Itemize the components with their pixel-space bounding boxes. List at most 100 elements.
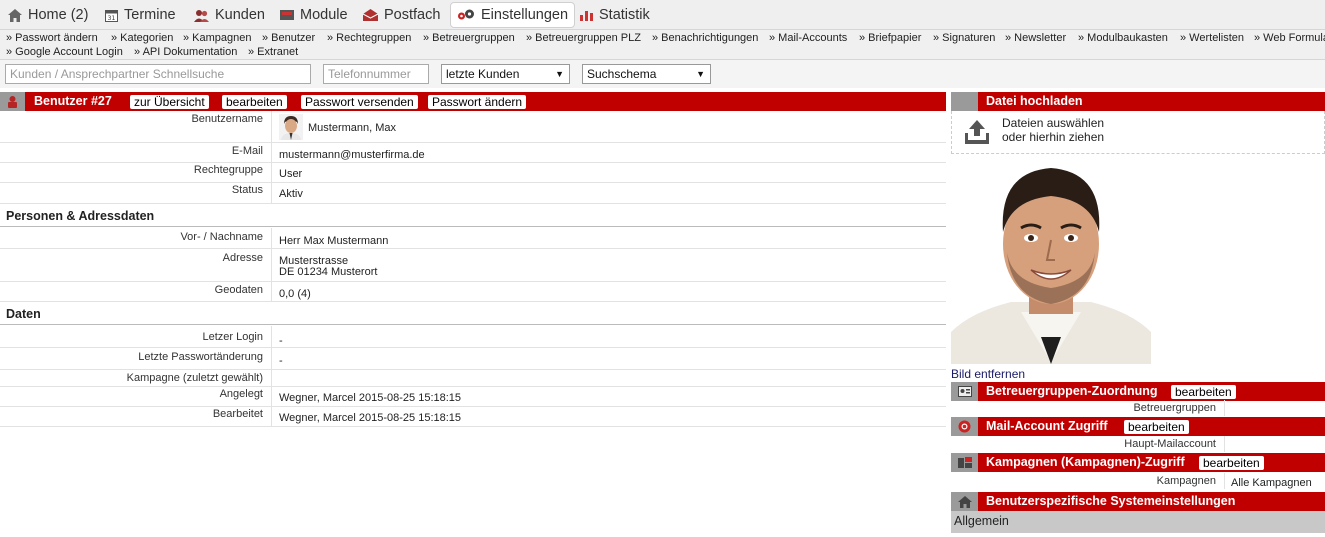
upload-dropzone[interactable]: Dateien auswählen oder hierhin ziehen — [951, 111, 1325, 154]
nav-module[interactable]: Module — [274, 2, 354, 28]
quick-search-input[interactable]: Kunden / Ansprechpartner Schnellsuche — [5, 64, 311, 84]
bar-chart-icon — [580, 11, 593, 21]
geo-label: Geodaten — [0, 282, 272, 301]
last-login-row: Letzer Login - — [0, 326, 946, 348]
nav-termine[interactable]: 31 Termine — [99, 2, 182, 28]
email-row: E-Mail mustermann@musterfirma.de — [0, 143, 946, 163]
created-value: Wegner, Marcel 2015-08-25 15:18:15 — [279, 392, 462, 404]
rights-label: Rechtegruppe — [0, 163, 272, 182]
svg-text:31: 31 — [108, 15, 116, 22]
mail-edit-button[interactable]: bearbeiten — [1124, 420, 1189, 434]
nav-termine-label: Termine — [124, 7, 176, 23]
nav-statistik[interactable]: Statistik — [574, 2, 656, 28]
mail-icon-box — [951, 417, 978, 436]
subnav-extranet[interactable]: » Extranet — [248, 46, 298, 58]
name-label: Vor- / Nachname — [0, 228, 272, 248]
subnav-betreuergruppen[interactable]: » Betreuergruppen — [423, 32, 515, 44]
nav-postfach[interactable]: Postfach — [357, 2, 446, 28]
name-value: Herr Max Mustermann — [279, 235, 389, 247]
mailbox-icon — [363, 9, 378, 21]
user-avatar — [279, 114, 303, 140]
nav-einstellungen-label: Einstellungen — [481, 7, 569, 23]
campaign-row: Kampagne (zuletzt gewählt) — [0, 370, 946, 387]
profile-photo — [951, 162, 1151, 364]
subnav-rechtegruppen[interactable]: » Rechtegruppen — [327, 32, 411, 44]
upload-text: Dateien auswählen oder hierhin ziehen — [1002, 116, 1104, 144]
mail-header-bar: Mail-Account Zugriff bearbeiten — [951, 417, 1325, 436]
subnav-mail-accounts[interactable]: » Mail-Accounts — [769, 32, 847, 44]
nav-einstellungen[interactable]: Einstellungen — [450, 2, 576, 28]
send-password-button[interactable]: Passwort versenden — [301, 95, 418, 109]
search-bar: Kunden / Ansprechpartner Schnellsuche Te… — [0, 60, 1325, 88]
remove-image-link[interactable]: Bild entfernen — [951, 367, 1025, 381]
phone-search-input[interactable]: Telefonnummer — [323, 64, 429, 84]
recent-customers-select[interactable]: letzte Kunden ▼ — [441, 64, 570, 84]
last-pw-change-value: - — [279, 355, 283, 367]
subnav-briefpapier[interactable]: » Briefpapier — [859, 32, 921, 44]
nav-home[interactable]: Home (2) — [2, 2, 94, 28]
settings-gears-icon — [458, 9, 474, 20]
dropdown-arrow-icon: ▼ — [555, 69, 564, 79]
general-section-bar[interactable]: Allgemein — [951, 511, 1325, 533]
overview-button[interactable]: zur Übersicht — [130, 95, 209, 109]
user-header-bar: Benutzer #27 zur Übersicht bearbeiten Pa… — [0, 92, 946, 111]
campaigns-icon — [957, 456, 972, 468]
upload-line1: Dateien auswählen — [1002, 116, 1105, 130]
subnav-api-dokumentation[interactable]: » API Dokumentation — [134, 46, 237, 58]
caregroups-title: Betreuergruppen-Zuordnung — [986, 384, 1158, 398]
caregroups-row: Betreuergruppen — [951, 400, 1325, 416]
upload-icon — [965, 120, 989, 144]
change-password-button[interactable]: Passwort ändern — [428, 95, 527, 109]
username-label: Benutzername — [0, 111, 272, 142]
recent-customers-value: letzte Kunden — [446, 67, 520, 81]
user-title: Benutzer #27 — [34, 94, 112, 108]
last-login-label: Letzer Login — [0, 326, 272, 347]
subnav-signaturen[interactable]: » Signaturen — [933, 32, 995, 44]
dropdown-arrow-icon: ▼ — [696, 69, 705, 79]
nav-kunden-label: Kunden — [215, 7, 265, 23]
email-value[interactable]: mustermann@musterfirma.de — [279, 149, 425, 161]
subnav-web-formulare[interactable]: » Web Formulare — [1254, 32, 1325, 44]
subnav-benutzer[interactable]: » Benutzer — [262, 32, 315, 44]
caregroups-header-bar: Betreuergruppen-Zuordnung bearbeiten — [951, 382, 1325, 401]
person-section-title: Personen & Adressdaten — [0, 206, 946, 227]
rights-value: User — [279, 168, 303, 180]
nav-kunden[interactable]: Kunden — [188, 2, 271, 28]
module-icon — [280, 10, 294, 20]
search-schema-value: Suchschema — [587, 67, 657, 81]
upload-header-bar: Datei hochladen — [951, 92, 1325, 111]
upload-title: Datei hochladen — [986, 94, 1083, 108]
campaigns-row: Kampagnen Alle Kampagnen — [951, 473, 1325, 489]
system-settings-header-bar: Benutzerspezifische Systemeinstellungen — [951, 492, 1325, 511]
mail-row: Haupt-Mailaccount — [951, 436, 1325, 452]
caregroups-edit-button[interactable]: bearbeiten — [1171, 385, 1236, 399]
nav-module-label: Module — [300, 7, 348, 23]
status-row: Status Aktiv — [0, 183, 946, 204]
system-settings-icon-box — [951, 492, 978, 511]
search-schema-select[interactable]: Suchschema ▼ — [582, 64, 711, 84]
subnav-kampagnen[interactable]: » Kampagnen — [183, 32, 252, 44]
subnav-passwort-aendern[interactable]: » Passwort ändern — [6, 32, 98, 44]
campaigns-header-bar: Kampagnen (Kampagnen)-Zugriff bearbeiten — [951, 453, 1325, 472]
campaigns-title: Kampagnen (Kampagnen)-Zugriff — [986, 455, 1185, 469]
home-icon — [957, 495, 972, 508]
subnav-modulbaukasten[interactable]: » Modulbaukasten — [1078, 32, 1168, 44]
status-value: Aktiv — [279, 188, 303, 200]
subnav-kategorien[interactable]: » Kategorien — [111, 32, 173, 44]
subnav-google-account-login[interactable]: » Google Account Login — [6, 46, 123, 58]
user-lock-icon — [8, 96, 17, 108]
upload-header-icon-box — [951, 92, 978, 111]
mail-title: Mail-Account Zugriff — [986, 419, 1108, 433]
username-value: Mustermann, Max — [308, 122, 397, 134]
status-label: Status — [0, 183, 272, 203]
geo-value: 0,0 (4) — [279, 288, 311, 300]
subnav-wertelisten[interactable]: » Wertelisten — [1180, 32, 1244, 44]
edit-user-button[interactable]: bearbeiten — [222, 95, 287, 109]
subnav-newsletter[interactable]: » Newsletter — [1005, 32, 1066, 44]
subnav-benachrichtigungen[interactable]: » Benachrichtigungen — [652, 32, 758, 44]
subnav-betreuergruppen-plz[interactable]: » Betreuergruppen PLZ — [526, 32, 641, 44]
address-city: DE 01234 Musterort — [279, 266, 378, 278]
user-lock-icon-box — [0, 92, 25, 111]
campaigns-edit-button[interactable]: bearbeiten — [1199, 456, 1264, 470]
nav-postfach-label: Postfach — [384, 7, 441, 23]
